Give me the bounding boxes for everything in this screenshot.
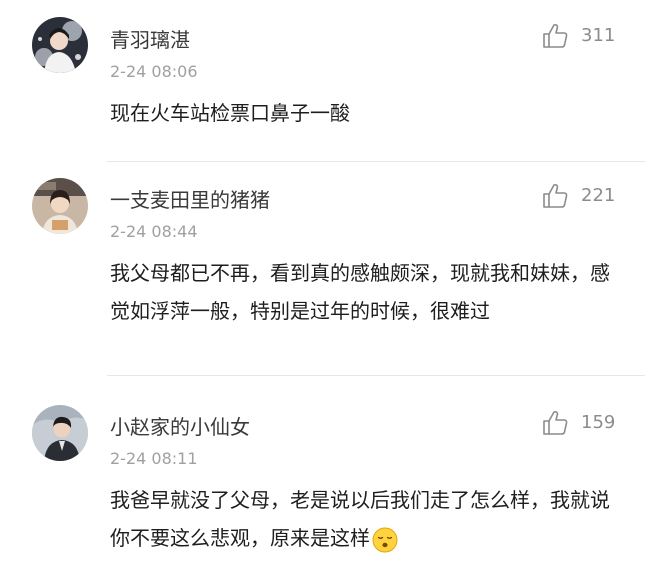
- comment-time: 2-24 08:06: [110, 62, 198, 81]
- comment-username[interactable]: 小赵家的小仙女: [110, 411, 250, 440]
- comment-item: 小赵家的小仙女 2-24 08:11 我爸早就没了父母，老是说以后我们走了怎么样…: [0, 376, 645, 580]
- comment-text: 我爸早就没了父母，老是说以后我们走了怎么样，我就说你不要这么悲观，原来是这样: [110, 481, 620, 557]
- user-avatar[interactable]: [32, 405, 88, 461]
- user-avatar[interactable]: [32, 178, 88, 234]
- comment-text: 我父母都已不再，看到真的感触颇深，现就我和妹妹，感觉如浮萍一般，特别是过年的时候…: [110, 261, 610, 323]
- like-button[interactable]: 159: [541, 409, 631, 437]
- like-button[interactable]: 311: [541, 22, 631, 50]
- comment-text: 现在火车站检票口鼻子一酸: [110, 101, 350, 125]
- avatar-image: [32, 405, 88, 461]
- like-button[interactable]: 221: [541, 182, 631, 210]
- avatar-image: [32, 17, 88, 73]
- comment-text-content: 我爸早就没了父母，老是说以后我们走了怎么样，我就说你不要这么悲观，原来是这样: [110, 488, 610, 550]
- comment-time: 2-24 08:11: [110, 449, 198, 468]
- comment-time: 2-24 08:44: [110, 222, 198, 241]
- comment-username[interactable]: 一支麦田里的猪猪: [110, 184, 270, 213]
- thumbs-up-icon: [543, 183, 568, 208]
- thumbs-up-icon: [543, 410, 568, 435]
- comment-username[interactable]: 青羽璃湛: [110, 24, 190, 53]
- avatar-image: [32, 178, 88, 234]
- like-count: 221: [581, 185, 616, 206]
- comment-item: 青羽璃湛 2-24 08:06 现在火车站检票口鼻子一酸 311: [0, 0, 645, 162]
- user-avatar[interactable]: [32, 17, 88, 73]
- comment-item: 一支麦田里的猪猪 2-24 08:44 我父母都已不再，看到真的感触颇深，现就我…: [0, 162, 645, 376]
- like-count: 311: [581, 25, 616, 46]
- thumbs-up-icon: [543, 23, 568, 48]
- sad-face-emoji-icon: [372, 527, 398, 552]
- like-count: 159: [581, 412, 616, 433]
